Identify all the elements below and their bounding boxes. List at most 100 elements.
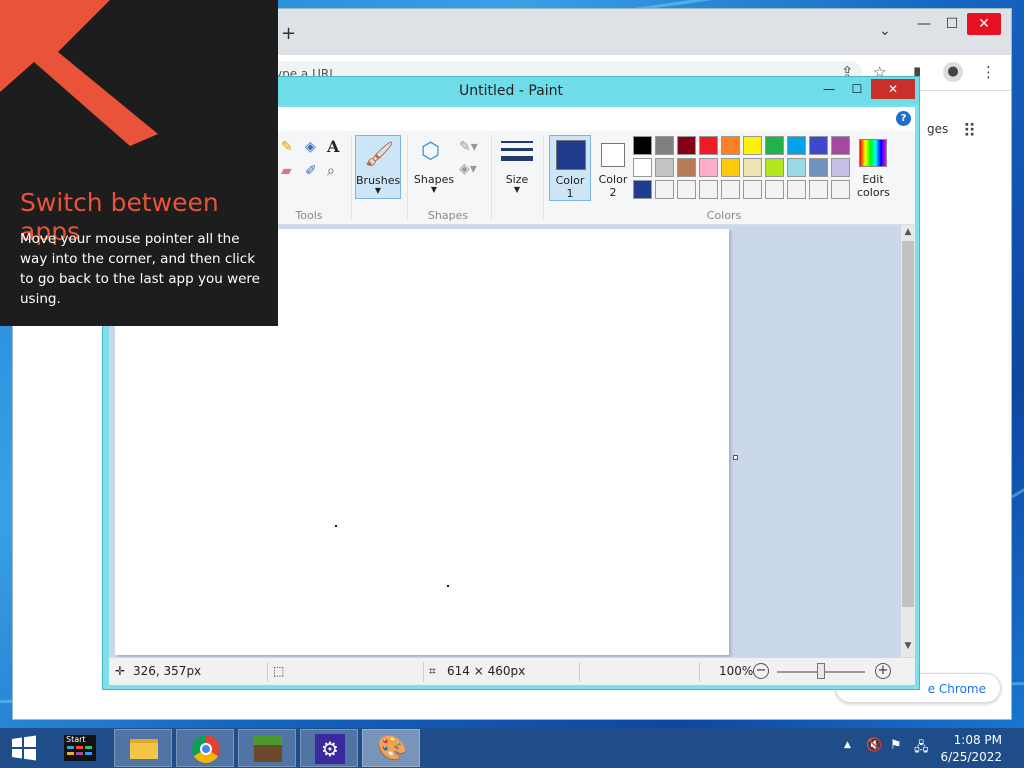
palette-color-swatch[interactable] xyxy=(787,180,806,199)
start-screen-icon: Start xyxy=(64,735,96,761)
palette-color-swatch[interactable] xyxy=(743,158,762,177)
notification-flag-icon[interactable]: ⚑ xyxy=(890,738,902,753)
brush-icon: 🖌 xyxy=(364,140,395,168)
ribbon-separator xyxy=(491,135,492,221)
tip-body: Move your mouse pointer all the way into… xyxy=(20,231,260,307)
pencil-icon[interactable]: ✎ xyxy=(281,139,293,155)
vertical-scrollbar[interactable]: ▲ ▼ xyxy=(901,225,915,657)
help-icon[interactable]: ? xyxy=(896,111,911,126)
scroll-down-icon[interactable]: ▼ xyxy=(901,641,915,651)
palette-color-swatch[interactable] xyxy=(699,158,718,177)
palette-color-swatch[interactable] xyxy=(765,158,784,177)
color-picker-icon[interactable]: ✐ xyxy=(305,163,317,179)
palette-color-swatch[interactable] xyxy=(787,158,806,177)
scroll-up-icon[interactable]: ▲ xyxy=(901,227,915,237)
tile-bar xyxy=(67,746,74,749)
palette-color-swatch[interactable] xyxy=(831,136,850,155)
clock-time[interactable]: 1:08 PM xyxy=(954,733,1002,747)
palette-color-swatch[interactable] xyxy=(743,180,762,199)
palette-color-swatch[interactable] xyxy=(655,136,674,155)
google-apps-icon[interactable]: ⠿ xyxy=(963,121,976,142)
palette-color-swatch[interactable] xyxy=(677,136,696,155)
palette-color-swatch[interactable] xyxy=(677,180,696,199)
palette-color-swatch[interactable] xyxy=(699,136,718,155)
outline-icon[interactable]: ✎▾ xyxy=(459,139,478,155)
new-tab-button[interactable]: + xyxy=(281,23,296,44)
taskbar-settings[interactable]: ⚙ xyxy=(300,729,358,767)
tile-bar xyxy=(76,746,83,749)
magnifier-icon[interactable]: ⌕ xyxy=(327,163,335,179)
palette-color-swatch[interactable] xyxy=(809,180,828,199)
paint-minimize-button[interactable]: — xyxy=(815,79,843,99)
chrome-page-text[interactable]: ges xyxy=(927,122,948,136)
ribbon-separator xyxy=(407,135,408,221)
taskbar-start-tile[interactable]: Start xyxy=(56,729,106,767)
palette-color-swatch[interactable] xyxy=(633,158,652,177)
status-separator xyxy=(579,662,580,682)
taskbar: Start ⚙ 🎨 ▲ 🔇 ⚑ 🖧 1:08 PM 6/25/2022 xyxy=(0,728,1024,768)
color2-button[interactable]: Color 2 xyxy=(593,135,633,201)
scrollbar-thumb[interactable] xyxy=(902,241,914,607)
palette-color-swatch[interactable] xyxy=(743,136,762,155)
paint-close-button[interactable]: ✕ xyxy=(871,79,915,99)
settings-tile: ⚙ xyxy=(315,734,345,764)
palette-color-swatch[interactable] xyxy=(721,158,740,177)
network-icon[interactable]: 🖧 xyxy=(914,738,929,760)
fill-icon[interactable]: ◈▾ xyxy=(459,161,477,177)
start-button[interactable] xyxy=(6,732,42,764)
cursor-position-icon: ✛ xyxy=(115,664,126,678)
show-hidden-icons-icon[interactable]: ▲ xyxy=(844,740,851,750)
canvas-size: 614 × 460px xyxy=(447,664,526,678)
taskbar-paint[interactable]: 🎨 xyxy=(362,729,420,767)
taskbar-chrome[interactable] xyxy=(176,729,234,767)
start-tile-label: Start xyxy=(66,735,86,744)
grass-block-icon xyxy=(254,736,282,762)
paint-maximize-button[interactable]: ☐ xyxy=(843,79,871,99)
color1-label: Color xyxy=(555,174,585,187)
taskbar-file-explorer[interactable] xyxy=(114,729,172,767)
tab-search-dropdown[interactable]: ⌄ xyxy=(879,23,891,39)
palette-color-swatch[interactable] xyxy=(699,180,718,199)
brushes-button[interactable]: 🖌 Brushes ▼ xyxy=(355,135,401,199)
tile-bar xyxy=(85,752,92,755)
zoom-out-button[interactable]: − xyxy=(753,663,769,679)
system-tray: ▲ 🔇 ⚑ 🖧 1:08 PM 6/25/2022 xyxy=(814,728,1014,768)
chrome-menu-icon[interactable]: ⋮ xyxy=(981,63,996,81)
zoom-slider-thumb[interactable] xyxy=(817,663,825,679)
palette-color-swatch[interactable] xyxy=(809,158,828,177)
status-separator xyxy=(267,662,268,682)
color1-button[interactable]: Color 1 xyxy=(549,135,591,201)
palette-color-swatch[interactable] xyxy=(721,180,740,199)
chrome-maximize-button[interactable]: ☐ xyxy=(935,13,969,35)
edit-colors-button[interactable]: Edit colors xyxy=(857,137,890,201)
colors-label: colors xyxy=(857,186,890,199)
palette-color-swatch[interactable] xyxy=(765,136,784,155)
profile-avatar-icon[interactable]: ● xyxy=(943,62,963,82)
palette-color-swatch[interactable] xyxy=(633,136,652,155)
clock-date[interactable]: 6/25/2022 xyxy=(940,750,1002,764)
palette-color-swatch[interactable] xyxy=(677,158,696,177)
palette-color-swatch[interactable] xyxy=(633,180,652,199)
volume-muted-icon[interactable]: 🔇 xyxy=(866,738,882,753)
size-button[interactable]: Size ▼ xyxy=(497,135,537,199)
palette-color-swatch[interactable] xyxy=(831,180,850,199)
palette-color-swatch[interactable] xyxy=(655,158,674,177)
tile-bar xyxy=(85,746,92,749)
text-tool-icon[interactable]: A xyxy=(327,137,339,156)
palette-color-swatch[interactable] xyxy=(765,180,784,199)
palette-color-swatch[interactable] xyxy=(831,158,850,177)
chrome-close-button[interactable]: ✕ xyxy=(967,13,1001,35)
palette-color-swatch[interactable] xyxy=(655,180,674,199)
corner-arrow-icon xyxy=(0,0,158,146)
taskbar-minecraft[interactable] xyxy=(238,729,296,767)
canvas-resize-handle[interactable] xyxy=(733,455,738,460)
zoom-level: 100% xyxy=(719,664,754,678)
eraser-icon[interactable]: ▰ xyxy=(281,163,292,179)
palette-color-swatch[interactable] xyxy=(809,136,828,155)
zoom-in-button[interactable]: + xyxy=(875,663,891,679)
palette-color-swatch[interactable] xyxy=(721,136,740,155)
cursor-position: 326, 357px xyxy=(133,664,202,678)
shapes-button[interactable]: ⬡ Shapes ▼ xyxy=(413,135,455,199)
fill-bucket-icon[interactable]: ◈ xyxy=(305,139,316,155)
palette-color-swatch[interactable] xyxy=(787,136,806,155)
